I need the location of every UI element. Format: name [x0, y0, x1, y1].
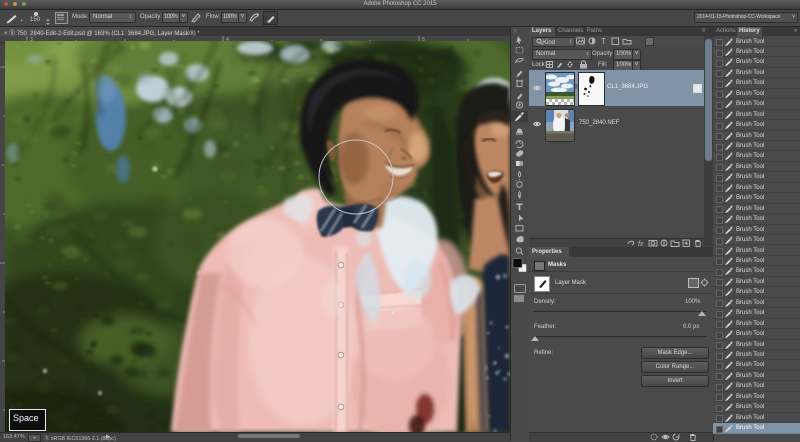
svg-text:T: T — [601, 37, 606, 45]
